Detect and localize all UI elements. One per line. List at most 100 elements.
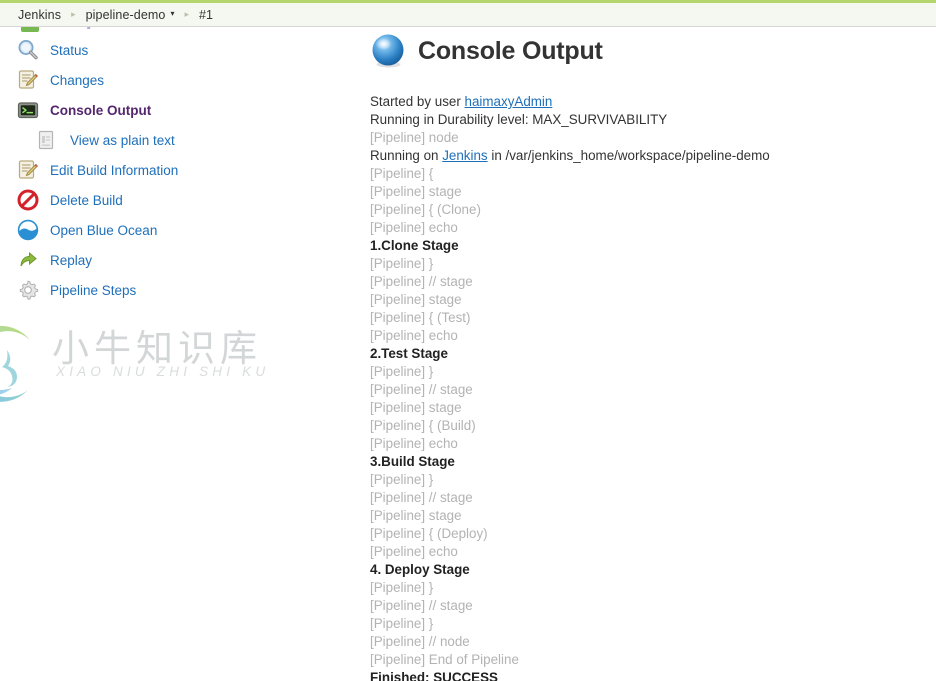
console-log-text: Running on — [370, 148, 443, 163]
console-log-text: 1.Clone Stage — [370, 238, 459, 253]
clipped-sidebar-row — [0, 27, 370, 35]
console-log-line: [Pipeline] // node — [370, 633, 936, 651]
console-log-text: [Pipeline] stage — [370, 184, 462, 199]
console-log-text: [Pipeline] } — [370, 256, 434, 271]
sidebar-item-label: Replay — [50, 252, 93, 268]
console-log-text: [Pipeline] { (Deploy) — [370, 526, 488, 541]
sidebar-item-label: Console Output — [50, 102, 152, 118]
blue-ocean-icon — [16, 218, 40, 242]
page-title: Console Output — [418, 36, 603, 65]
console-log-text: Running in Durability level: MAX_SURVIVA… — [370, 112, 668, 127]
sidebar-item-list: Status Changes Console Output View as plain… — [0, 35, 370, 305]
watermark-chinese-text: 小牛知识库 — [52, 327, 262, 370]
console-log-line: [Pipeline] echo — [370, 327, 936, 345]
breadcrumb-item-jenkins[interactable]: Jenkins — [18, 8, 61, 22]
console-log: Started by user haimaxyAdmin Running in D… — [370, 93, 936, 681]
sidebar-item-status[interactable]: Status — [0, 35, 370, 65]
console-log-text: [Pipeline] // stage — [370, 598, 473, 613]
console-log-line: [Pipeline] } — [370, 255, 936, 273]
console-log-text: [Pipeline] node — [370, 130, 459, 145]
console-log-line: Running on Jenkins in /var/jenkins_home/… — [370, 147, 936, 165]
sidebar-item-replay[interactable]: Replay — [0, 245, 370, 275]
console-log-text: [Pipeline] // stage — [370, 274, 473, 289]
gear-icon — [16, 278, 40, 302]
watermark: 小牛知识库 XIAO NIU ZHI SHI KU — [0, 312, 265, 417]
console-log-line: [Pipeline] // stage — [370, 273, 936, 291]
sidebar-item-open-blue-ocean[interactable]: Open Blue Ocean — [0, 215, 370, 245]
sidebar-item-label: Changes — [50, 72, 105, 88]
console-log-line: Started by user haimaxyAdmin — [370, 93, 936, 111]
terminal-icon — [16, 98, 40, 122]
sidebar-item-console-output[interactable]: Console Output — [0, 95, 370, 125]
console-log-text: [Pipeline] echo — [370, 436, 458, 451]
console-log-line: 2.Test Stage — [370, 345, 936, 363]
console-log-text: [Pipeline] { (Clone) — [370, 202, 481, 217]
clipped-text-fragment — [86, 27, 93, 29]
console-log-text: 2.Test Stage — [370, 346, 448, 361]
sidebar-item-pipeline-steps[interactable]: Pipeline Steps — [0, 275, 370, 305]
console-title-row: Console Output — [370, 33, 936, 69]
console-log-line: [Pipeline] stage — [370, 399, 936, 417]
console-log-text: [Pipeline] stage — [370, 400, 462, 415]
replay-arrow-icon — [16, 248, 40, 272]
document-icon — [34, 128, 58, 152]
breadcrumb-dropdown-caret-icon[interactable]: ▾ — [170, 9, 174, 18]
console-log-line: [Pipeline] echo — [370, 219, 936, 237]
console-log-text: 3.Build Stage — [370, 454, 455, 469]
console-log-line: 1.Clone Stage — [370, 237, 936, 255]
console-log-text: [Pipeline] // node — [370, 634, 470, 649]
ox-circle-logo-icon — [0, 320, 44, 412]
console-log-link[interactable]: haimaxyAdmin — [465, 94, 553, 109]
console-log-line: [Pipeline] { — [370, 165, 936, 183]
console-log-line: [Pipeline] echo — [370, 543, 936, 561]
console-log-line: [Pipeline] stage — [370, 507, 936, 525]
console-log-line: [Pipeline] { (Deploy) — [370, 525, 936, 543]
console-log-text: [Pipeline] } — [370, 616, 434, 631]
console-log-text: [Pipeline] echo — [370, 220, 458, 235]
sidebar-item-delete-build[interactable]: Delete Build — [0, 185, 370, 215]
sidebar-item-view-as-plain-text[interactable]: View as plain text — [0, 125, 370, 155]
magnifier-icon — [16, 38, 40, 62]
breadcrumb-item-1[interactable]: #1 — [199, 8, 213, 22]
console-log-text: [Pipeline] } — [370, 472, 434, 487]
sidebar-item-label: Pipeline Steps — [50, 282, 137, 298]
console-log-text: Finished: SUCCESS — [370, 670, 498, 681]
console-log-line: [Pipeline] { (Test) — [370, 309, 936, 327]
console-log-text: [Pipeline] { (Test) — [370, 310, 471, 325]
console-log-line: [Pipeline] stage — [370, 183, 936, 201]
console-log-line: 4. Deploy Stage — [370, 561, 936, 579]
console-log-line: [Pipeline] } — [370, 615, 936, 633]
notepad-pencil-icon — [16, 158, 40, 182]
sidebar-item-label: View as plain text — [70, 132, 175, 148]
console-log-text: [Pipeline] { — [370, 166, 434, 181]
console-log-text: [Pipeline] } — [370, 364, 434, 379]
sidebar-item-changes[interactable]: Changes — [0, 65, 370, 95]
console-log-text: in /var/jenkins_home/workspace/pipeline-… — [487, 148, 770, 163]
console-log-line: [Pipeline] End of Pipeline — [370, 651, 936, 669]
console-log-line: Finished: SUCCESS — [370, 669, 936, 681]
console-log-text: [Pipeline] { (Build) — [370, 418, 476, 433]
console-log-text: Started by user — [370, 94, 465, 109]
console-log-line: [Pipeline] } — [370, 471, 936, 489]
blue-ball-success-icon — [370, 33, 406, 69]
console-log-text: [Pipeline] stage — [370, 508, 462, 523]
console-log-line: [Pipeline] } — [370, 363, 936, 381]
breadcrumb-separator: ▸ — [71, 9, 76, 19]
console-log-line: [Pipeline] // stage — [370, 381, 936, 399]
console-log-line: [Pipeline] } — [370, 579, 936, 597]
console-log-text: 4. Deploy Stage — [370, 562, 470, 577]
console-log-link[interactable]: Jenkins — [442, 148, 487, 163]
breadcrumb-item-pipeline-demo[interactable]: pipeline-demo — [86, 8, 166, 22]
sidebar-item-label: Open Blue Ocean — [50, 222, 158, 238]
console-log-line: 3.Build Stage — [370, 453, 936, 471]
console-log-text: [Pipeline] stage — [370, 292, 462, 307]
console-log-line: Running in Durability level: MAX_SURVIVA… — [370, 111, 936, 129]
breadcrumb: Jenkins ▸ pipeline-demo ▾ ▸ #1 — [0, 0, 936, 27]
console-log-text: [Pipeline] echo — [370, 328, 458, 343]
sidebar-item-label: Status — [50, 42, 89, 58]
sidebar-item-edit-build-information[interactable]: Edit Build Information — [0, 155, 370, 185]
console-log-text: [Pipeline] echo — [370, 544, 458, 559]
sidebar-item-label: Edit Build Information — [50, 162, 179, 178]
watermark-pinyin-text: XIAO NIU ZHI SHI KU — [56, 364, 270, 379]
delete-prohibited-icon — [16, 188, 40, 212]
